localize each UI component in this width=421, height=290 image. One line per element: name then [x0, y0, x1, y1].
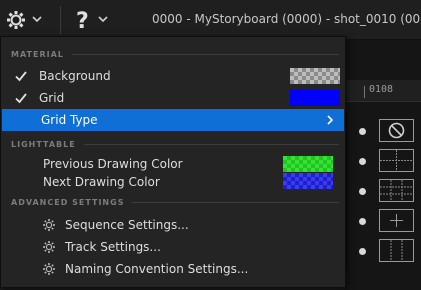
settings-menu-button[interactable]	[2, 6, 46, 34]
window-title: 0000 - MyStoryboard (0000) - shot_0010 (…	[152, 12, 421, 26]
grid-color-swatch[interactable]	[290, 90, 340, 106]
timeline-ruler[interactable]: 0108	[344, 80, 421, 102]
gear-icon	[43, 241, 55, 253]
menu-item-label: Background	[39, 69, 111, 83]
section-header-lighttable: LIGHTTABLE	[11, 137, 339, 151]
menu-item-background[interactable]: Background	[2, 65, 344, 87]
divider	[132, 201, 339, 203]
chevron-right-icon	[327, 115, 334, 125]
next-drawing-color-swatch[interactable]	[283, 173, 333, 189]
menu-item-label: Track Settings...	[65, 240, 161, 254]
gear-icon	[43, 219, 55, 231]
ruler-tick	[364, 86, 365, 98]
grid-center-plus-icon	[379, 209, 414, 232]
section-title: LIGHTTABLE	[11, 139, 76, 149]
section-header-advanced-settings: ADVANCED SETTINGS	[11, 195, 339, 209]
toolbar-divider	[60, 6, 61, 34]
divider	[83, 143, 339, 145]
menu-item-label: Sequence Settings...	[65, 218, 189, 232]
radio-dot	[359, 248, 366, 255]
grid-none-icon	[379, 119, 414, 142]
menu-item-grid[interactable]: Grid	[2, 87, 344, 109]
check-icon	[15, 71, 27, 82]
grid-thirds-icon	[379, 179, 414, 202]
menu-item-sequence-settings[interactable]: Sequence Settings...	[2, 214, 344, 236]
section-title: ADVANCED SETTINGS	[11, 197, 125, 207]
grid-center-cross-icon	[379, 149, 414, 172]
grid-type-submenu	[346, 112, 421, 270]
radio-dot	[359, 188, 366, 195]
view-settings-menu: MATERIAL Background Grid Grid Type LIGHT…	[0, 36, 346, 288]
gear-icon	[43, 263, 55, 275]
svg-text:?: ?	[76, 9, 89, 34]
check-icon	[15, 93, 27, 104]
grid-vertical-thirds-icon	[379, 239, 414, 262]
menu-item-label: Previous Drawing Color	[43, 157, 183, 171]
menu-item-label: Grid	[39, 91, 65, 105]
gear-icon	[7, 11, 42, 29]
previous-drawing-color-swatch[interactable]	[283, 156, 333, 172]
ruler-frame-label: 0108	[369, 84, 394, 95]
menu-item-track-settings[interactable]: Track Settings...	[2, 236, 344, 258]
menu-item-label: Next Drawing Color	[43, 175, 160, 189]
section-header-material: MATERIAL	[11, 47, 339, 61]
grid-type-option-center-cross[interactable]	[347, 149, 421, 175]
menu-item-label: Grid Type	[41, 113, 98, 127]
menu-item-next-drawing-color[interactable]: Next Drawing Color	[2, 171, 344, 193]
chevron-down-icon	[32, 16, 42, 23]
radio-dot-selected	[359, 158, 366, 165]
grid-type-option-none[interactable]	[347, 119, 421, 145]
grid-type-option-thirds[interactable]	[347, 179, 421, 205]
grid-type-option-vertical-thirds[interactable]	[347, 239, 421, 265]
menu-item-naming-convention-settings[interactable]: Naming Convention Settings...	[2, 258, 344, 280]
background-color-swatch[interactable]	[290, 68, 340, 84]
toolbar: ? 0000 - MyStoryboard (0000) - shot_0010…	[0, 0, 421, 40]
section-title: MATERIAL	[11, 49, 64, 59]
question-icon: ?	[76, 9, 108, 34]
chevron-down-icon	[98, 16, 108, 23]
help-menu-button[interactable]: ?	[74, 6, 112, 34]
grid-type-option-center-plus[interactable]	[347, 209, 421, 235]
menu-item-label: Naming Convention Settings...	[65, 262, 249, 276]
divider	[71, 53, 339, 55]
menu-item-grid-type[interactable]: Grid Type	[2, 109, 344, 131]
radio-dot	[359, 218, 366, 225]
radio-dot	[359, 128, 366, 135]
